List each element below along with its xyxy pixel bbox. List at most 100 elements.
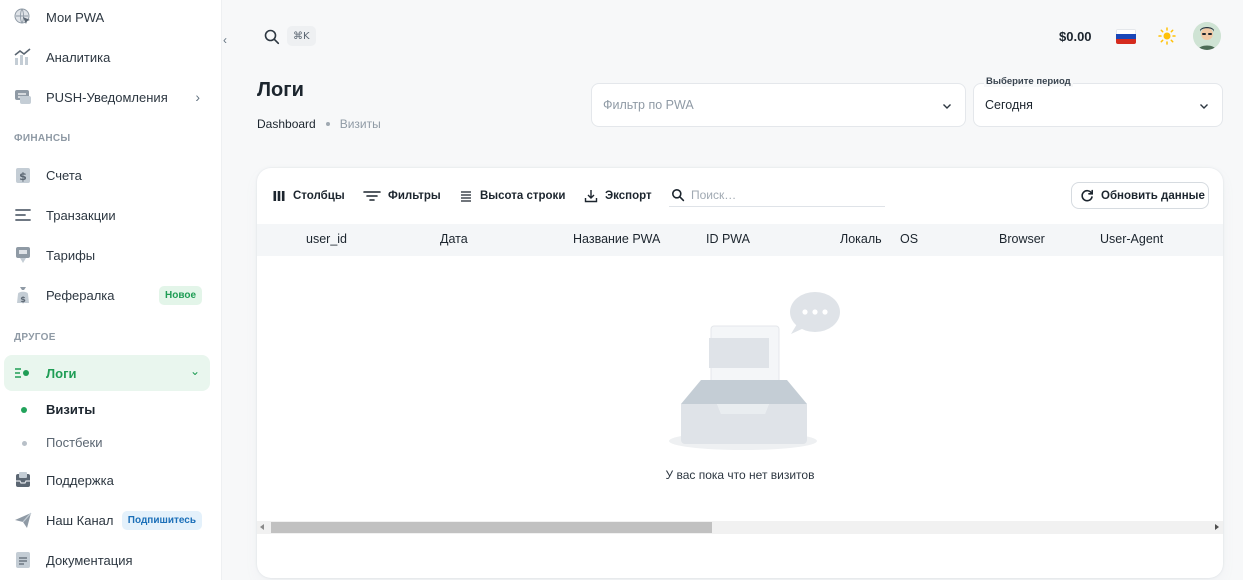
chevron-right-icon: ›: [195, 89, 200, 105]
sidebar-item-referral[interactable]: $ Рефералка Новое: [4, 277, 210, 313]
columns-icon: [273, 191, 285, 201]
money-bag-icon: $: [13, 285, 33, 305]
pwa-filter-select[interactable]: Фильтр по PWA: [591, 83, 966, 127]
column-header-os[interactable]: OS: [900, 232, 918, 246]
sidebar-item-logs[interactable]: Логи ⌄: [4, 355, 210, 391]
column-header-date[interactable]: Дата: [440, 232, 468, 246]
sidebar-item-label: Логи: [46, 365, 77, 381]
breadcrumb-dashboard[interactable]: Dashboard: [257, 117, 316, 131]
column-header-user-id[interactable]: user_id: [306, 232, 347, 246]
chat-icon: [13, 87, 33, 107]
sidebar-item-docs[interactable]: Документация: [4, 542, 210, 578]
column-header-locale[interactable]: Локаль: [840, 232, 882, 246]
visits-table-card: Столбцы Фильтры Высота строки Экспорт Об…: [257, 168, 1223, 578]
search-icon: [672, 188, 685, 201]
column-header-user-agent[interactable]: User-Agent: [1100, 232, 1163, 246]
svg-text:$: $: [19, 170, 27, 183]
breadcrumb-current: Визиты: [339, 117, 381, 131]
filter-icon: [363, 191, 381, 201]
sidebar: Мои PWA Аналитика PUSH-Уведомления › ФИН…: [0, 0, 222, 580]
logs-icon: [13, 363, 33, 383]
breadcrumb-separator: [325, 122, 330, 126]
paper-plane-icon: [13, 510, 33, 530]
new-badge: Новое: [158, 285, 202, 305]
refresh-data-button[interactable]: Обновить данные: [1071, 182, 1209, 209]
density-icon: [461, 191, 471, 202]
sun-icon[interactable]: [1158, 27, 1176, 45]
sidebar-item-label: Наш Канал: [46, 512, 114, 528]
sidebar-item-push[interactable]: PUSH-Уведомления ›: [4, 79, 210, 115]
tariff-icon: [13, 245, 33, 265]
page-title: Логи: [257, 79, 304, 101]
sidebar-item-my-pwa[interactable]: Мои PWA: [4, 0, 210, 35]
sidebar-item-label: Документация: [46, 552, 133, 568]
sidebar-subitem-postbacks[interactable]: Постбеки: [4, 429, 210, 457]
column-header-browser[interactable]: Browser: [999, 232, 1045, 246]
sidebar-subitem-label: Постбеки: [46, 435, 103, 450]
dot-icon: [22, 441, 27, 446]
lines-icon: [13, 205, 33, 225]
sidebar-item-label: Тарифы: [46, 247, 96, 263]
period-value: Сегодня: [985, 98, 1033, 112]
user-avatar[interactable]: [1193, 22, 1221, 50]
columns-button[interactable]: Столбцы: [272, 187, 345, 205]
section-header-finance: ФИНАНСЫ: [14, 133, 71, 144]
collapse-sidebar-button[interactable]: ‹: [216, 31, 234, 49]
horizontal-scrollbar[interactable]: [257, 521, 1223, 534]
breadcrumb: Dashboard Визиты: [257, 117, 381, 131]
scrollbar-thumb[interactable]: [271, 522, 712, 533]
sidebar-item-label: Рефералка: [46, 287, 115, 303]
sidebar-subitem-label: Визиты: [46, 402, 96, 417]
document-icon: [13, 550, 33, 570]
export-label: Экспорт: [605, 190, 652, 202]
empty-state-text: У вас пока что нет визитов: [665, 468, 815, 482]
globe-pointer-icon: [13, 7, 33, 27]
sidebar-item-tariffs[interactable]: Тарифы: [4, 237, 210, 273]
density-label: Высота строки: [480, 190, 566, 202]
period-label: Выберите период: [984, 76, 1073, 87]
refresh-label: Обновить данные: [1101, 189, 1205, 202]
empty-inbox-illustration: [669, 292, 840, 450]
column-header-pwa-name[interactable]: Название PWA: [573, 232, 660, 246]
chart-icon: [13, 47, 33, 67]
table-search[interactable]: [669, 183, 885, 207]
search-shortcut-hint: ⌘K: [287, 26, 316, 46]
refresh-icon: [1081, 189, 1093, 201]
dollar-doc-icon: $: [13, 165, 33, 185]
sidebar-item-invoices[interactable]: $ Счета: [4, 157, 210, 193]
filters-label: Фильтры: [388, 190, 441, 202]
active-dot-icon: [21, 407, 27, 413]
columns-label: Столбцы: [293, 190, 345, 202]
search-icon[interactable]: [263, 28, 281, 46]
chevron-down-icon: [1198, 99, 1210, 111]
svg-text:$: $: [20, 295, 26, 304]
sidebar-item-label: Счета: [46, 167, 82, 183]
pwa-filter-placeholder: Фильтр по PWA: [603, 98, 694, 112]
inbox-icon: [13, 470, 33, 490]
app-root: Мои PWA Аналитика PUSH-Уведомления › ФИН…: [0, 0, 1243, 580]
sidebar-item-support[interactable]: Поддержка: [4, 462, 210, 498]
table-header: user_id Дата Название PWA ID PWA Локаль …: [257, 224, 1223, 256]
sidebar-item-label: Транзакции: [46, 207, 116, 223]
filters-button[interactable]: Фильтры: [363, 187, 441, 205]
sidebar-item-label: Поддержка: [46, 472, 114, 488]
column-header-pwa-id[interactable]: ID PWA: [706, 232, 750, 246]
scroll-right-arrow-icon[interactable]: [1215, 524, 1219, 530]
density-button[interactable]: Высота строки: [459, 187, 565, 205]
table-search-input[interactable]: [691, 187, 871, 202]
period-select[interactable]: Выберите период Сегодня: [973, 76, 1223, 127]
sidebar-item-transactions[interactable]: Транзакции: [4, 197, 210, 233]
balance-value[interactable]: $0.00: [1059, 29, 1092, 44]
export-icon: [584, 190, 598, 203]
sidebar-item-analytics[interactable]: Аналитика: [4, 39, 210, 75]
scroll-left-arrow-icon[interactable]: [260, 524, 264, 530]
sidebar-item-label: Аналитика: [46, 49, 111, 65]
export-button[interactable]: Экспорт: [584, 187, 652, 205]
subscribe-badge: Подпишитесь: [121, 510, 202, 530]
chevron-down-icon: [941, 99, 953, 111]
sidebar-subitem-visits[interactable]: Визиты: [4, 396, 210, 424]
russia-flag-icon[interactable]: [1116, 29, 1136, 44]
sidebar-item-channel[interactable]: Наш Канал Подпишитесь: [4, 502, 210, 538]
section-header-other: ДРУГОЕ: [14, 332, 56, 343]
chevron-down-icon: ⌄: [189, 364, 200, 378]
